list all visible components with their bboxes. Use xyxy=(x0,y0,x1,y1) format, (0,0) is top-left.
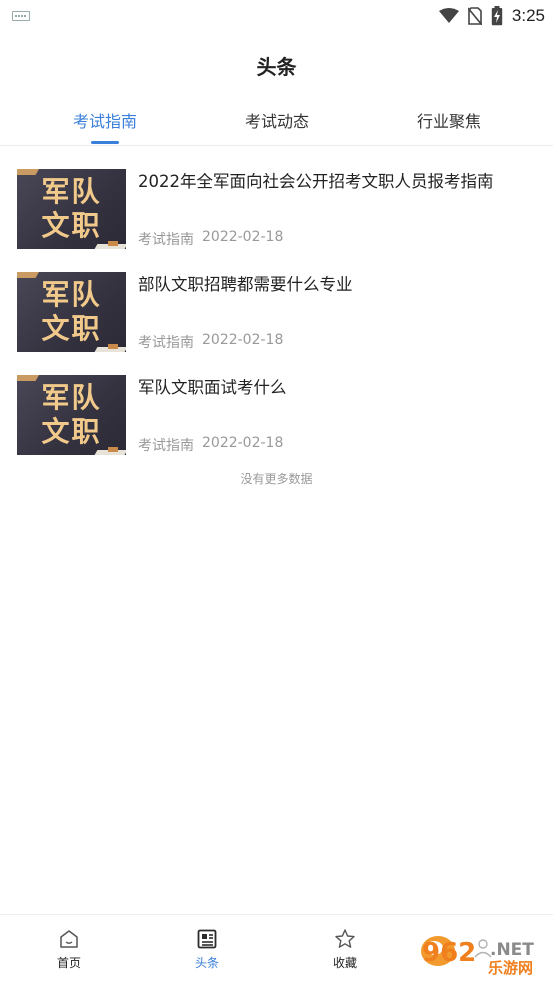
thumbnail-text: 文职 xyxy=(41,209,102,242)
status-bar: 3:25 xyxy=(0,0,553,32)
article-thumbnail: 军队 文职 xyxy=(17,169,126,249)
article-item[interactable]: 军队 文职 军队文职面试考什么 考试指南 2022-02-18 xyxy=(0,366,553,469)
article-title[interactable]: 军队文职面试考什么 xyxy=(138,376,538,400)
page-header: 头条 xyxy=(0,32,553,98)
article-date: 2022-02-18 xyxy=(202,229,284,245)
news-icon xyxy=(197,929,217,949)
article-title[interactable]: 2022年全军面向社会公开招考文职人员报考指南 xyxy=(138,170,538,194)
article-item[interactable]: 军队 文职 部队文职招聘都需要什么专业 考试指南 2022-02-18 xyxy=(0,263,553,366)
wifi-icon xyxy=(438,8,459,23)
svg-text:.NET: .NET xyxy=(490,940,534,960)
article-date: 2022-02-18 xyxy=(202,435,284,451)
article-category: 考试指南 xyxy=(138,335,194,351)
nav-label: 头条 xyxy=(194,956,219,970)
nav-label: 收藏 xyxy=(332,956,357,970)
battery-charging-icon xyxy=(491,6,503,26)
thumbnail-text: 军队 xyxy=(41,278,102,311)
article-meta: 考试指南 2022-02-18 xyxy=(138,435,283,455)
nav-favorites[interactable]: 收藏 xyxy=(276,915,414,984)
article-meta: 考试指南 2022-02-18 xyxy=(138,229,283,249)
article-thumbnail: 军队 文职 xyxy=(17,272,126,352)
star-icon xyxy=(335,929,355,948)
category-tabs: 考试指南 考试动态 行业聚焦 xyxy=(0,96,553,146)
tab-exam-news[interactable]: 考试动态 xyxy=(207,96,347,144)
nav-home[interactable]: 首页 xyxy=(0,915,138,984)
article-item[interactable]: 军队 文职 2022年全军面向社会公开招考文职人员报考指南 考试指南 2022-… xyxy=(0,160,553,263)
no-sim-icon xyxy=(467,7,482,25)
thumbnail-text: 文职 xyxy=(41,415,102,448)
svg-text:乐游网: 乐游网 xyxy=(488,959,533,977)
thumbnail-text: 军队 xyxy=(41,381,102,414)
article-category: 考试指南 xyxy=(138,232,194,248)
svg-text:962: 962 xyxy=(422,938,476,968)
thumbnail-text: 军队 xyxy=(41,175,102,208)
watermark-logo: 962 .NET 乐游网 xyxy=(414,929,548,979)
article-thumbnail: 军队 文职 xyxy=(17,375,126,455)
no-more-data-text: 没有更多数据 xyxy=(240,472,313,486)
keyboard-icon xyxy=(12,11,30,21)
article-title[interactable]: 部队文职招聘都需要什么专业 xyxy=(138,273,538,297)
thumbnail-text: 文职 xyxy=(41,312,102,345)
article-date: 2022-02-18 xyxy=(202,332,284,348)
article-list: 军队 文职 2022年全军面向社会公开招考文职人员报考指南 考试指南 2022-… xyxy=(0,160,553,469)
active-tab-indicator xyxy=(91,141,119,144)
article-category: 考试指南 xyxy=(138,438,194,454)
status-time: 3:25 xyxy=(511,6,545,25)
page-title: 头条 xyxy=(256,54,297,79)
home-icon xyxy=(60,930,78,948)
tab-exam-guide[interactable]: 考试指南 xyxy=(35,96,175,144)
nav-label: 首页 xyxy=(56,956,81,970)
nav-news[interactable]: 头条 xyxy=(138,915,276,984)
article-meta: 考试指南 2022-02-18 xyxy=(138,332,283,352)
tab-industry-focus[interactable]: 行业聚焦 xyxy=(379,96,519,144)
